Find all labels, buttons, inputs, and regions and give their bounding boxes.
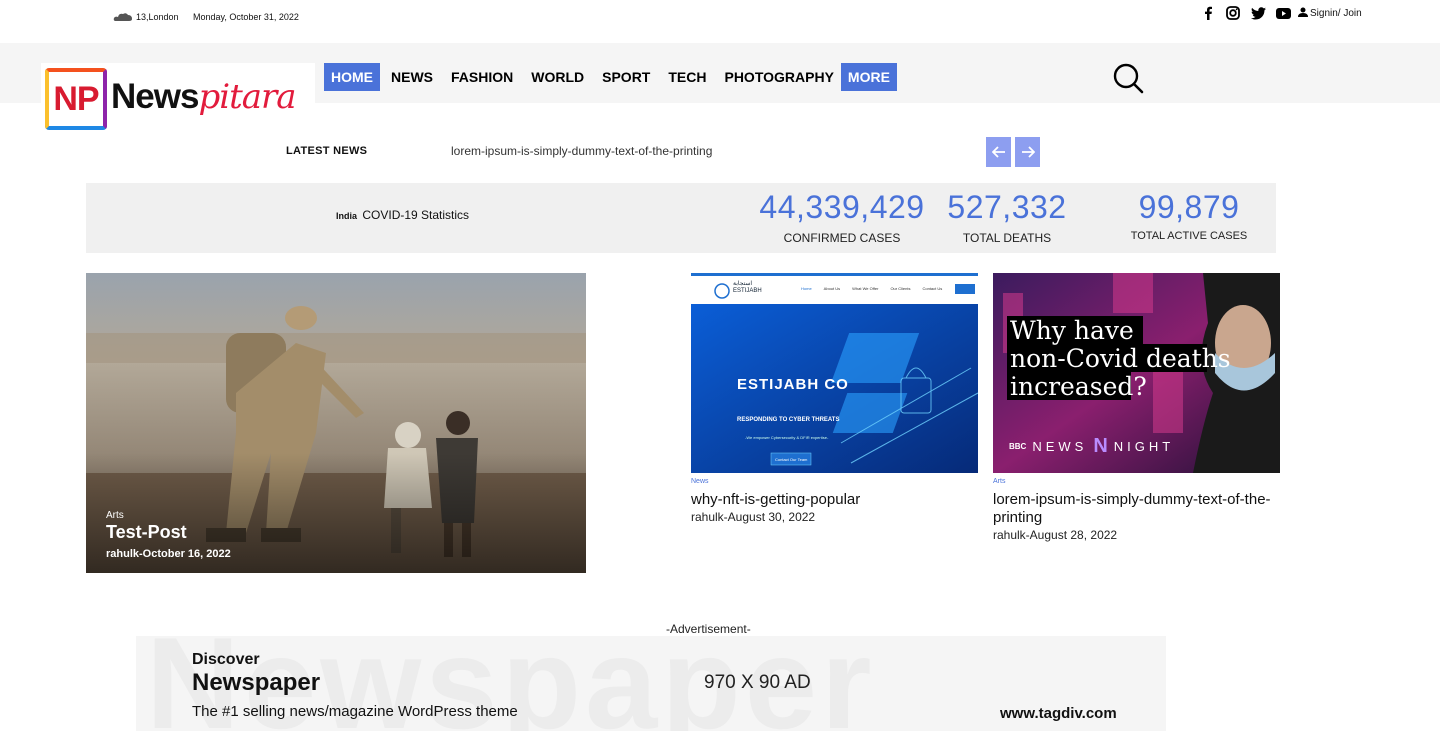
menu-item-sport[interactable]: SPORT <box>595 63 657 91</box>
stat-confirmed: 44,339,429 CONFIRMED CASES <box>754 191 930 245</box>
arrow-left-icon <box>991 146 1005 158</box>
menu-item-fashion[interactable]: FASHION <box>444 63 520 91</box>
thumb-nav-about: About Us <box>823 286 841 291</box>
stat-value: 44,339,429 <box>759 189 925 225</box>
stat-value: 99,879 <box>1138 189 1240 225</box>
site-logo[interactable]: NP Newspitara <box>41 63 315 133</box>
ad-tagline: The #1 selling news/magazine WordPress t… <box>192 703 518 720</box>
thumb-nav-contact: Contact Us <box>922 286 943 291</box>
search-icon[interactable] <box>1112 62 1144 94</box>
post-category[interactable]: Arts <box>993 478 1280 485</box>
signin-link[interactable]: Signin/ Join <box>1298 7 1362 20</box>
logo-night: NIGHT <box>1113 439 1175 454</box>
menu-item-world[interactable]: WORLD <box>524 63 591 91</box>
youtube-icon[interactable] <box>1275 5 1291 21</box>
post-thumbnail[interactable]: استجابة ESTIJABH Home About Us What We O… <box>691 273 978 473</box>
thumb-sub: RESPONDING TO CYBER THREATS <box>737 417 840 423</box>
advertisement-label: -Advertisement- <box>666 622 751 636</box>
covid-country: India <box>336 211 358 221</box>
latest-news-item[interactable]: lorem-ipsum-is-simply-dummy-text-of-the-… <box>451 144 712 158</box>
current-date: Monday, October 31, 2022 <box>193 12 299 22</box>
stat-label: CONFIRMED CASES <box>783 231 901 245</box>
cyber-thumbnail-image <box>691 273 978 473</box>
menu-item-home[interactable]: HOME <box>324 63 380 91</box>
post-meta: rahulk-August 30, 2022 <box>691 510 816 524</box>
thumb-nav-clients: Our Clients <box>890 286 911 291</box>
logo-badge: NP <box>45 68 107 130</box>
featured-meta: rahulk-October 16, 2022 <box>106 548 231 560</box>
thumb-line2: non-Covid deaths <box>1010 344 1231 373</box>
ad-site: www.tagdiv.com <box>1000 705 1117 722</box>
thumb-nav: Home About Us What We Offer Our Clients … <box>801 286 942 291</box>
featured-post[interactable]: Arts Test-Post rahulk-October 16, 2022 <box>86 273 586 573</box>
post-title[interactable]: lorem-ipsum-is-simply-dummy-text-of-the-… <box>993 491 1280 527</box>
ticker-prev-button[interactable] <box>986 137 1011 167</box>
ad-discover: Discover <box>192 651 260 668</box>
thumb-line3: increased? <box>1010 372 1147 401</box>
post-category[interactable]: News <box>691 478 978 485</box>
stat-label: TOTAL DEATHS <box>962 231 1052 245</box>
thumb-headline: ESTIJABH CO <box>737 376 849 393</box>
thumb-small: -We empower Cybersecurity & DFIR experti… <box>745 435 829 440</box>
signin-label: Signin/ Join <box>1310 8 1362 19</box>
thumb-brand: استجابة ESTIJABH <box>733 281 762 294</box>
thumb-button: Contact Our Team <box>775 457 808 462</box>
stat-deaths: 527,332 TOTAL DEATHS <box>944 191 1070 245</box>
weather-widget: 13,London <box>113 12 179 22</box>
top-bar: 13,London Monday, October 31, 2022 Signi… <box>0 0 1440 43</box>
logo-word-pitara: pitara <box>198 77 296 117</box>
covid-title-text: COVID-19 Statistics <box>362 208 470 222</box>
social-links <box>1200 5 1291 21</box>
instagram-icon[interactable] <box>1225 5 1241 21</box>
arrow-right-icon <box>1021 146 1035 158</box>
post-meta: rahulk-August 28, 2022 <box>993 528 1118 542</box>
ticker-next-button[interactable] <box>1015 137 1040 167</box>
menu-item-tech[interactable]: TECH <box>661 63 713 91</box>
twitter-icon[interactable] <box>1250 5 1266 21</box>
logo-bbc: BBC <box>1009 442 1027 451</box>
covid-title: India COVID-19 Statistics <box>336 208 469 222</box>
thumb-nav-offer: What We Offer <box>852 286 879 291</box>
logo-wordmark: Newspitara <box>111 77 297 117</box>
latest-news-label: LATEST NEWS <box>286 145 368 157</box>
thumb-line1: Why have <box>1010 316 1134 345</box>
post-card[interactable]: استجابة ESTIJABH Home About Us What We O… <box>691 273 978 524</box>
bbc-newsnight-logo: BBC NEWS N NIGHT <box>1009 435 1174 458</box>
ad-size: 970 X 90 AD <box>704 672 811 693</box>
post-title[interactable]: why-nft-is-getting-popular <box>691 491 978 509</box>
ad-banner[interactable]: Newspaper Discover Newspaper The #1 sell… <box>136 636 1166 731</box>
main-menu: HOME NEWS FASHION WORLD SPORT TECH PHOTO… <box>324 63 901 91</box>
logo-n-mark: N <box>1093 435 1108 457</box>
covid-stats-panel: India COVID-19 Statistics 44,339,429 CON… <box>86 183 1276 253</box>
weather-text: 13,London <box>136 12 179 22</box>
stat-active: 99,879 TOTAL ACTIVE CASES <box>1126 191 1252 242</box>
menu-item-news[interactable]: NEWS <box>384 63 440 91</box>
facebook-icon[interactable] <box>1200 5 1216 21</box>
logo-word-news: News <box>111 77 199 116</box>
featured-title[interactable]: Test-Post <box>106 522 187 543</box>
cloud-icon <box>113 12 133 22</box>
logo-news: NEWS <box>1032 439 1088 454</box>
stat-value: 527,332 <box>947 189 1067 225</box>
post-card[interactable]: Why have non-Covid deaths increased? BBC… <box>993 273 1280 542</box>
ad-product: Newspaper <box>192 669 321 696</box>
menu-item-more[interactable]: MORE <box>840 63 897 91</box>
user-icon <box>1298 7 1308 20</box>
featured-category[interactable]: Arts <box>106 510 124 521</box>
thumb-nav-home: Home <box>801 286 812 291</box>
menu-item-photography[interactable]: PHOTOGRAPHY <box>717 63 840 91</box>
stat-label: TOTAL ACTIVE CASES <box>1130 230 1248 242</box>
post-thumbnail[interactable]: Why have non-Covid deaths increased? BBC… <box>993 273 1280 473</box>
